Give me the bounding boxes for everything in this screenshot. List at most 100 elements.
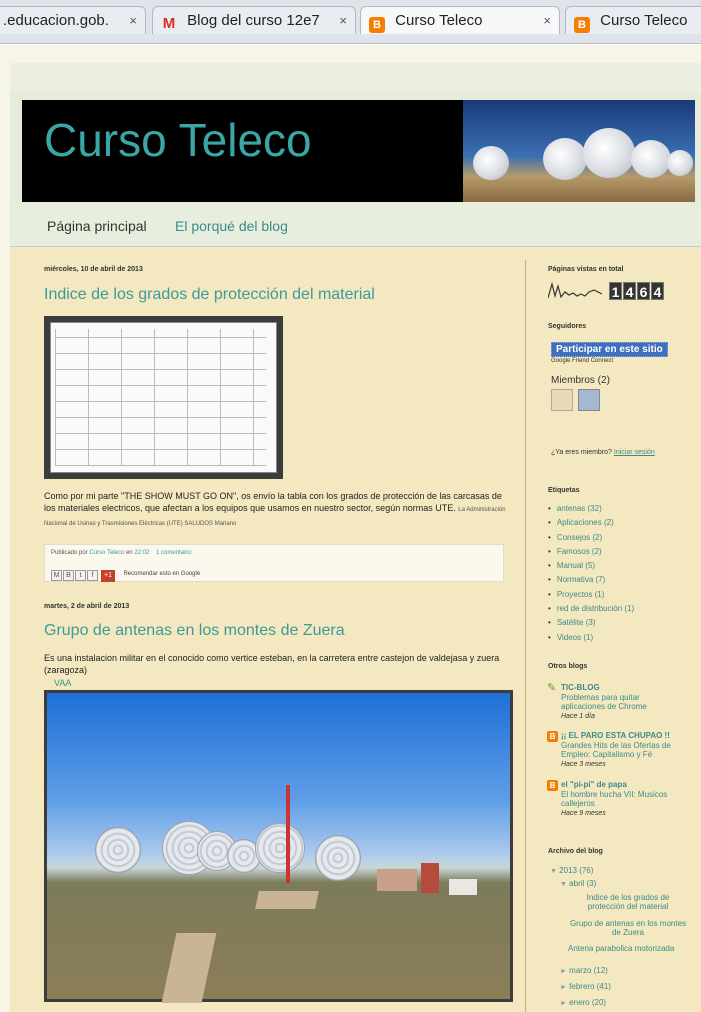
- table-grid: [55, 329, 266, 466]
- already-member-label: ¿Ya eres miembro?: [551, 449, 612, 456]
- already-member-row: ¿Ya eres miembro? Iniciar sesión: [551, 449, 655, 456]
- close-icon[interactable]: ×: [129, 7, 137, 34]
- counter-digit: 4: [651, 282, 664, 300]
- archive-month-label: febrero (41): [569, 982, 611, 991]
- label-item[interactable]: Videos (1): [548, 631, 634, 645]
- ip-table-image[interactable]: [44, 316, 283, 479]
- building: [377, 869, 417, 891]
- archive-month-open[interactable]: ▼ abril (3): [560, 879, 596, 888]
- counter-digit: 4: [623, 282, 636, 300]
- avatar[interactable]: [551, 389, 573, 411]
- dish-icon: [667, 150, 693, 176]
- labels-list: antenas (32) Aplicaciones (2) Consejos (…: [548, 502, 634, 645]
- label-item[interactable]: red de distribución (1): [548, 602, 634, 616]
- archive-month-label: enero (20): [569, 998, 607, 1007]
- label-item[interactable]: Consejos (2): [548, 531, 634, 545]
- dirt-road: [161, 933, 217, 1003]
- label-item[interactable]: Manual (5): [548, 559, 634, 573]
- building: [449, 879, 477, 895]
- close-icon[interactable]: ×: [339, 7, 347, 34]
- dish-icon: [315, 835, 361, 881]
- author-link[interactable]: Curso Teleco: [89, 550, 124, 556]
- post-date: miércoles, 10 de abril de 2013: [44, 266, 143, 273]
- counter-digit: 1: [609, 282, 622, 300]
- antennas-photo[interactable]: [44, 690, 513, 1003]
- other-blogs-title: Otros blogs: [548, 663, 588, 670]
- post-body: Es una instalacion militar en el conocid…: [44, 653, 500, 675]
- blogger-icon: B: [547, 731, 558, 742]
- post-title[interactable]: Grupo de antenas en los montes de Zuera: [44, 622, 345, 640]
- tab-label: .educacion.gob.: [3, 12, 109, 29]
- dish-icon: [631, 140, 671, 178]
- archive-post-link[interactable]: Grupo de antenas en los montes de Zuera: [568, 919, 688, 937]
- archive-year[interactable]: ▼ 2013 (76): [550, 866, 593, 875]
- expand-triangle-icon: ▼: [560, 881, 567, 888]
- twitter-share-icon[interactable]: t: [75, 570, 86, 581]
- post-time-link[interactable]: 22:02: [134, 550, 149, 556]
- login-link[interactable]: Iniciar sesión: [614, 449, 655, 456]
- other-blog-name[interactable]: el "pi-pi" de papa: [561, 780, 627, 789]
- other-blog-name[interactable]: ¡¡ EL PARO ESTA CHUPAO !!: [561, 731, 670, 740]
- nav-why-link[interactable]: El porqué del blog: [175, 218, 288, 234]
- pageviews-title: Páginas vistas en total: [548, 266, 624, 273]
- members-label: Miembros (2): [551, 375, 610, 386]
- other-blog-post[interactable]: Problemas para quitar aplicaciones de Ch…: [561, 693, 681, 711]
- dish-icon: [543, 138, 587, 180]
- archive-month-label: abril (3): [569, 879, 597, 888]
- post-footer-line: Publicado por Curso Teleco en 22:02 1 co…: [51, 550, 192, 556]
- label-item[interactable]: Proyectos (1): [548, 588, 634, 602]
- archive-title: Archivo del blog: [548, 848, 603, 855]
- tab-educacion[interactable]: .educacion.gob. ×: [0, 6, 146, 34]
- gmail-icon: M: [162, 15, 176, 32]
- dish-icon: [95, 827, 141, 873]
- building: [421, 863, 439, 893]
- table-document: [50, 322, 277, 473]
- post-title[interactable]: Indice de los grados de protección del m…: [44, 286, 375, 304]
- gfc-label: Google Friend Connect: [551, 358, 614, 364]
- other-blog-ago: Hace 1 día: [561, 713, 595, 720]
- tab-label: Curso Teleco: [600, 12, 688, 29]
- archive-month-label: marzo (12): [569, 966, 608, 975]
- label-item[interactable]: Aplicaciones (2): [548, 516, 634, 530]
- email-share-icon[interactable]: M: [51, 570, 62, 581]
- plus-one-button[interactable]: +1: [101, 570, 115, 582]
- archive-year-label: 2013 (76): [559, 866, 594, 875]
- comments-link[interactable]: 1 comentario:: [156, 550, 192, 556]
- label-item[interactable]: Famosos (2): [548, 545, 634, 559]
- pageviews-counter: 1464: [609, 282, 665, 302]
- label-item[interactable]: Normativa (7): [548, 573, 634, 587]
- tab-curso-teleco-active[interactable]: B Curso Teleco ×: [360, 6, 560, 34]
- share-row: M Bt f +1 Recomendar esto en Google: [51, 564, 201, 582]
- other-blog-name[interactable]: TIC-BLOG: [561, 683, 600, 692]
- tab-blog-del-curso[interactable]: M Blog del curso 12e7 ×: [152, 6, 356, 34]
- recommend-google-label: Recomendar esto en Google: [123, 571, 201, 577]
- other-blog-post[interactable]: El hombre hucha VII: Musicos callejeros: [561, 790, 681, 808]
- collapsed-triangle-icon: ►: [560, 1000, 567, 1007]
- collapsed-triangle-icon: ►: [560, 968, 567, 975]
- label-item[interactable]: Satélite (3): [548, 616, 634, 630]
- dirt-road: [255, 891, 319, 909]
- avatar[interactable]: [578, 389, 600, 411]
- archive-month[interactable]: ► febrero (41): [560, 982, 611, 991]
- archive-post-link[interactable]: Indice de los grados de protección del m…: [568, 893, 688, 911]
- label-item[interactable]: antenas (32): [548, 502, 634, 516]
- post-body: Como por mi parte "THE SHOW MUST GO ON",…: [44, 490, 514, 530]
- dish-icon: [583, 128, 635, 178]
- tab-curso-teleco[interactable]: B Curso Teleco: [565, 6, 701, 34]
- close-icon[interactable]: ×: [543, 7, 551, 34]
- blog-title[interactable]: Curso Teleco: [44, 113, 312, 167]
- blogger-icon: B: [369, 17, 385, 33]
- follow-button[interactable]: Participar en este sitio: [551, 342, 668, 357]
- nav-home-link[interactable]: Página principal: [47, 218, 147, 234]
- other-blog-post[interactable]: Grandes Hits de las Ofertas de Empleo: C…: [561, 741, 681, 759]
- counter-digit: 6: [637, 282, 650, 300]
- archive-month[interactable]: ► enero (20): [560, 998, 606, 1007]
- published-by-label: Publicado por: [51, 550, 88, 556]
- tab-label: Curso Teleco: [395, 12, 483, 29]
- archive-month[interactable]: ► marzo (12): [560, 966, 608, 975]
- post-footer: Publicado por Curso Teleco en 22:02 1 co…: [44, 544, 504, 582]
- facebook-share-icon[interactable]: f: [87, 570, 98, 581]
- archive-post-link[interactable]: Antena parabolica motorizada: [568, 944, 674, 953]
- blogthis-icon[interactable]: B: [63, 570, 74, 581]
- vaa-link[interactable]: VAA: [54, 677, 71, 689]
